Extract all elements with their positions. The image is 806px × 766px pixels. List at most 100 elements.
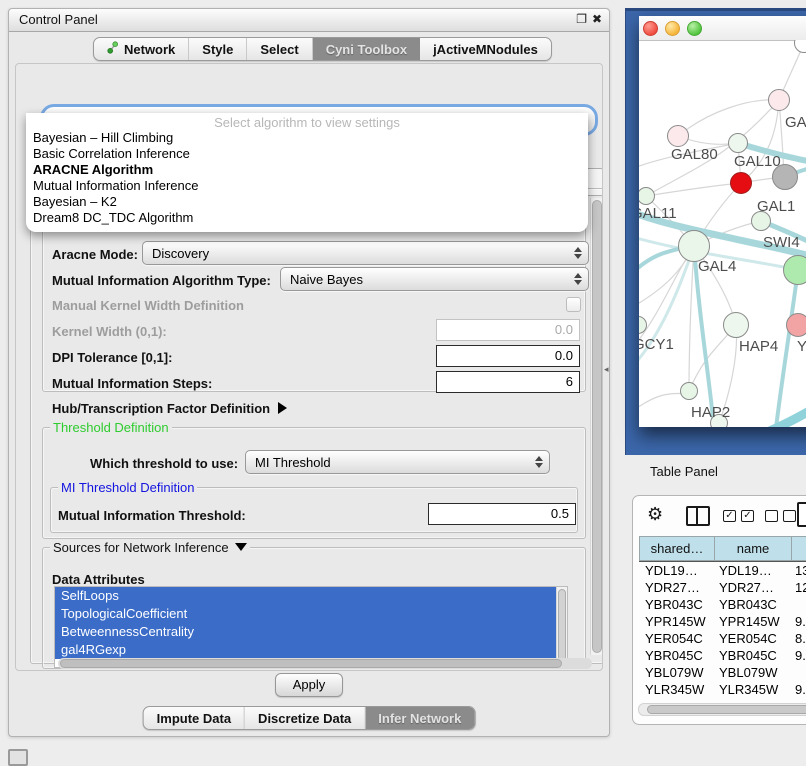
column-header[interactable]: shared… (639, 536, 714, 561)
mi-threshold-group-title: MI Threshold Definition (58, 480, 197, 495)
settings-vertical-scrollbar[interactable] (590, 198, 603, 655)
close-window-icon[interactable] (643, 21, 658, 36)
tab-impute-data[interactable]: Impute Data (144, 707, 245, 729)
network-node[interactable] (680, 382, 698, 400)
mi-algorithm-type-label: Mutual Information Algorithm Type: (52, 273, 271, 288)
tab-discretize-data-label: Discretize Data (258, 711, 351, 726)
dropdown-item[interactable]: Dream8 DC_TDC Algorithm (26, 210, 588, 226)
list-item[interactable]: TopologicalCoefficient (55, 605, 567, 623)
network-window-titlebar (639, 16, 806, 41)
hub-definition-toggle[interactable]: Hub/Transcription Factor Definition (52, 401, 287, 416)
node-label: GAL10 (734, 153, 781, 170)
unchecked-checkbox-icon[interactable] (783, 510, 796, 522)
node-label: GCY1 (639, 336, 674, 353)
node-label: GAL11 (639, 205, 677, 222)
dropdown-item-selected[interactable]: ARACNE Algorithm (26, 162, 588, 178)
data-attributes-list[interactable]: SelfLoops TopologicalCoefficient Between… (54, 586, 568, 668)
dropdown-item[interactable]: Bayesian – Hill Climbing (26, 130, 588, 146)
table-row[interactable]: YDR27…YDR27…12 (639, 579, 806, 596)
tab-select-label: Select (260, 42, 298, 57)
node-label: SWI4 (763, 234, 800, 251)
table-row[interactable]: YPR145WYPR145W9. (639, 613, 806, 630)
sources-toggle[interactable]: Sources for Network Inference (50, 540, 250, 555)
unchecked-checkbox-icon[interactable] (765, 510, 778, 522)
table-row[interactable]: YBR045CYBR045C9. (639, 647, 806, 664)
column-header[interactable]: name (714, 536, 791, 561)
tab-network-label: Network (124, 42, 175, 57)
network-node[interactable] (768, 89, 790, 111)
float-panel-icon[interactable]: ❐ (576, 12, 587, 26)
kernel-width-label: Kernel Width (0,1): (52, 324, 167, 339)
node-label: GAL (785, 114, 806, 131)
combo-stepper-icon (574, 247, 582, 259)
node-label: GAL1 (757, 198, 795, 215)
mi-steps-field[interactable]: 6 (436, 371, 580, 393)
aracne-mode-combo[interactable]: Discovery (142, 241, 589, 265)
minimized-panel-icon[interactable] (8, 749, 28, 766)
list-item[interactable]: gal4RGexp (55, 641, 567, 659)
table-horizontal-scrollbar[interactable] (638, 703, 806, 716)
manual-kernel-width-checkbox[interactable] (566, 297, 581, 312)
table-body[interactable]: YDL19…YDL19…13 YDR27…YDR27…12 YBR043CYBR… (639, 561, 806, 702)
table-panel-title: Table Panel (650, 464, 718, 479)
network-node[interactable] (730, 172, 752, 194)
network-node[interactable] (783, 255, 806, 285)
dropdown-item[interactable]: Mutual Information Inference (26, 178, 588, 194)
dropdown-item[interactable]: Bayesian – K2 (26, 194, 588, 210)
gear-icon[interactable]: ⚙ (647, 504, 663, 525)
mi-algorithm-type-combo[interactable]: Naive Bayes (280, 267, 589, 291)
table-row[interactable]: YLR345WYLR345W9. (639, 681, 806, 698)
network-node[interactable] (728, 133, 748, 153)
tab-infer-network[interactable]: Infer Network (365, 707, 474, 729)
list-item[interactable]: BetweennessCentrality (55, 623, 567, 641)
expanded-arrow-icon (235, 543, 247, 551)
dpi-tolerance-field[interactable]: 0.0 (436, 345, 580, 367)
tab-style-label: Style (202, 42, 233, 57)
tab-jactivemnodules[interactable]: jActiveMNodules (420, 38, 551, 60)
zoom-window-icon[interactable] (687, 21, 702, 36)
split-columns-icon[interactable] (686, 506, 710, 526)
close-panel-icon[interactable]: ✖ (592, 12, 602, 26)
table-row[interactable]: YBL079WYBL079W (639, 664, 806, 681)
settings-horizontal-scrollbar[interactable] (58, 658, 592, 669)
tab-style[interactable]: Style (189, 38, 247, 60)
collapsed-arrow-icon (278, 402, 287, 414)
dropdown-item[interactable]: Basic Correlation Inference (26, 146, 588, 162)
list-vertical-scrollbar[interactable] (556, 587, 567, 667)
tab-network[interactable]: Network (94, 38, 189, 60)
network-view-inner: GAL GAL80 GAL10 GAL1 GAL11 SWI4 GAL4 GCY… (639, 16, 806, 427)
network-node[interactable] (723, 312, 749, 338)
sources-title: Sources for Network Inference (53, 540, 229, 555)
kernel-width-field[interactable]: 0.0 (436, 319, 580, 341)
which-threshold-value: MI Threshold (255, 455, 331, 470)
which-threshold-combo[interactable]: MI Threshold (245, 450, 550, 474)
table-row[interactable]: YBR043CYBR043C (639, 596, 806, 613)
network-node[interactable] (667, 125, 689, 147)
checked-checkbox-icon[interactable]: ✓ (723, 510, 736, 522)
network-node[interactable] (786, 313, 806, 337)
node-label: HAP4 (739, 338, 778, 355)
apply-button[interactable]: Apply (275, 673, 343, 697)
combo-stepper-icon (574, 273, 582, 285)
dpi-tolerance-label: DPI Tolerance [0,1]: (52, 350, 172, 365)
table-row[interactable]: YIL052CYIL052C9. (639, 698, 806, 702)
network-view-window: GAL GAL80 GAL10 GAL1 GAL11 SWI4 GAL4 GCY… (625, 8, 806, 455)
manual-kernel-width-label: Manual Kernel Width Definition (52, 298, 244, 313)
column-header[interactable]: A (791, 536, 806, 561)
tab-select[interactable]: Select (247, 38, 312, 60)
table-row[interactable]: YDL19…YDL19…13 (639, 562, 806, 579)
list-item[interactable]: SelfLoops (55, 587, 567, 605)
tab-cyni-toolbox[interactable]: Cyni Toolbox (313, 38, 420, 60)
bottom-tabbar: Impute Data Discretize Data Infer Networ… (143, 706, 476, 730)
which-threshold-label: Which threshold to use: (90, 456, 238, 471)
mi-threshold-field[interactable]: 0.5 (428, 503, 576, 525)
combo-stepper-icon (535, 456, 543, 468)
checked-checkbox-icon[interactable]: ✓ (741, 510, 754, 522)
table-row[interactable]: YER054CYER054C8. (639, 630, 806, 647)
network-canvas[interactable]: GAL GAL80 GAL10 GAL1 GAL11 SWI4 GAL4 GCY… (639, 40, 806, 427)
document-icon[interactable] (797, 502, 806, 527)
panel-divider-handle[interactable]: ◂ (604, 364, 609, 375)
minimize-window-icon[interactable] (665, 21, 680, 36)
tab-discretize-data[interactable]: Discretize Data (245, 707, 365, 729)
control-panel-title: Control Panel (19, 12, 98, 27)
